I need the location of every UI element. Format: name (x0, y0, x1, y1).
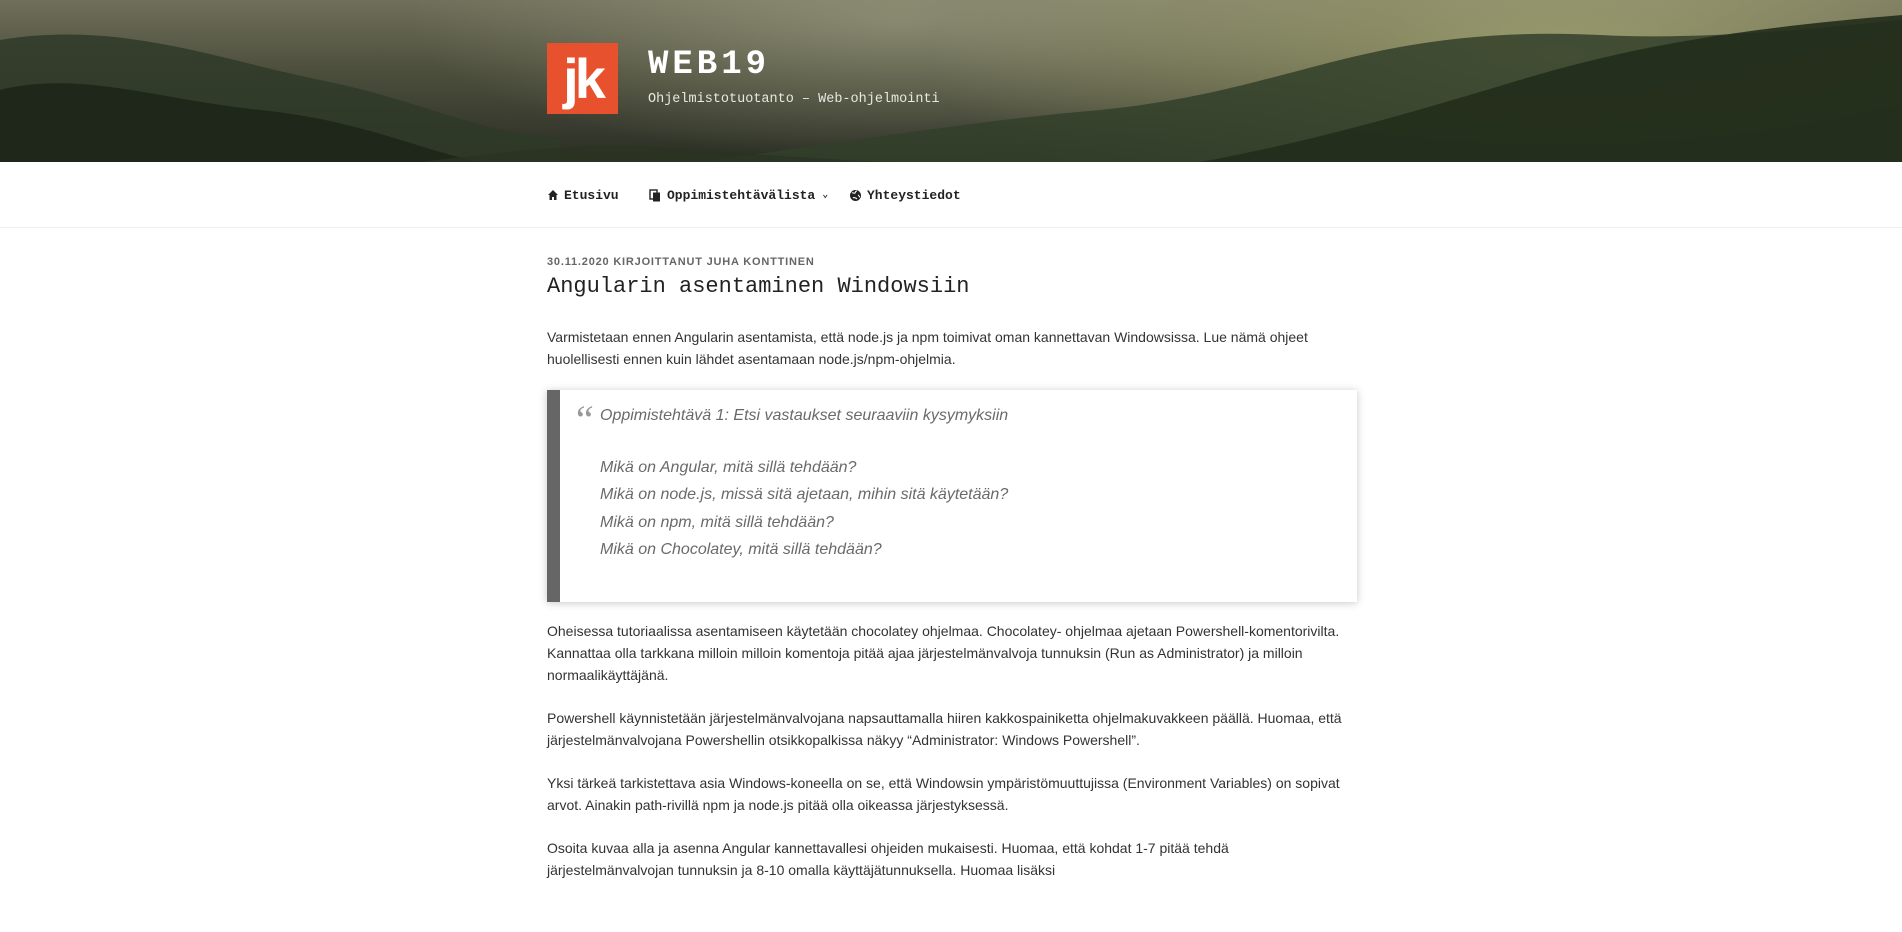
body-paragraph: Yksi tärkeä tarkistettava asia Windows-k… (547, 775, 1340, 813)
quote-question: Mikä on Angular, mitä sillä tehdään? (600, 459, 857, 476)
nav-item-label: Oppimistehtävälista (667, 187, 816, 203)
intro-paragraph: Varmistetaan ennen Angularin asentamista… (547, 329, 1308, 367)
post-author[interactable]: Juha Konttinen (707, 256, 815, 268)
post-content: 30.11.2020 Kirjoittanut Juha Konttinen A… (547, 256, 1357, 878)
body-paragraph: Osoita kuvaa alla ja asenna Angular kann… (547, 840, 1229, 878)
quote-heading: Oppimistehtävä 1: Etsi vastaukset seuraa… (600, 407, 1009, 424)
globe-icon (850, 189, 861, 201)
author-prefix: Kirjoittanut (613, 256, 703, 268)
site-description: Ohjelmistotuotanto – Web-ohjelmointi (648, 92, 940, 107)
quote-question: Mikä on Chocolatey, mitä sillä tehdään? (600, 541, 882, 558)
site-logo[interactable]: jk (547, 43, 618, 114)
mountain-background (0, 15, 1902, 162)
post-date[interactable]: 30.11.2020 (547, 256, 609, 268)
site-title[interactable]: WEB19 (648, 46, 770, 84)
quote-question: Mikä on node.js, missä sitä ajetaan, mih… (600, 486, 1009, 503)
main-navigation: Etusivu Oppimistehtävälista ⌄ Yhteystied… (0, 162, 1902, 228)
quote-question: Mikä on npm, mitä sillä tehdään? (600, 514, 834, 531)
body-paragraph: Powershell käynnistetään järjestelmänval… (547, 710, 1342, 748)
nav-item-label: Yhteystiedot (867, 187, 961, 203)
nav-item-oppimistehtavalista[interactable]: Oppimistehtävälista ⌄ (649, 184, 828, 206)
nav-item-etusivu[interactable]: Etusivu (547, 184, 619, 206)
header-banner: jk WEB19 Ohjelmistotuotanto – Web-ohjelm… (0, 0, 1902, 162)
home-icon (548, 190, 558, 200)
documents-icon (649, 188, 660, 201)
chevron-down-icon[interactable]: ⌄ (822, 189, 828, 201)
assignment-quote: “ Oppimistehtävä 1: Etsi vastaukset seur… (547, 390, 1357, 602)
post-meta: 30.11.2020 Kirjoittanut Juha Konttinen (547, 256, 1357, 268)
post-title: Angularin asentaminen Windowsiin (547, 274, 970, 299)
nav-item-yhteystiedot[interactable]: Yhteystiedot (849, 184, 961, 206)
nav-item-label: Etusivu (564, 187, 619, 203)
body-paragraph: Oheisessa tutoriaalissa asentamiseen käy… (547, 623, 1340, 683)
quote-mark-icon: “ (572, 397, 595, 442)
